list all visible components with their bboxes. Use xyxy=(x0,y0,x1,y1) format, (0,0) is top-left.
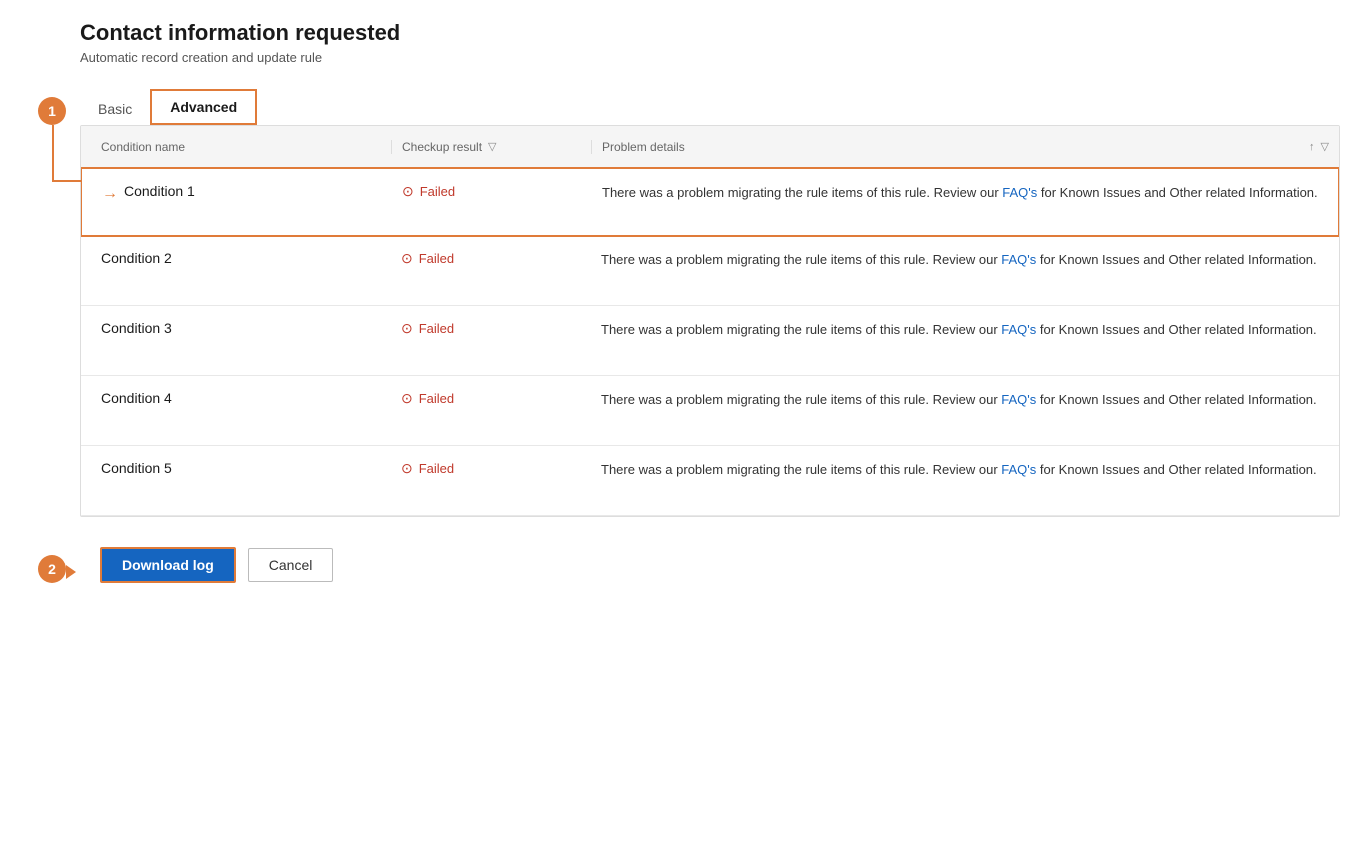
faq-link[interactable]: FAQ's xyxy=(1002,185,1037,200)
table-row[interactable]: Condition 3 ⊙ Failed There was a problem mi… xyxy=(81,306,1339,376)
cell-condition-name: → Condition 1 xyxy=(82,183,392,205)
cell-condition-name: Condition 4 xyxy=(81,390,391,406)
table-row[interactable]: → Condition 1 ⊙ Failed There was a problem m… xyxy=(80,167,1340,237)
step1-badge: 1 xyxy=(38,97,66,125)
table-header: Condition name Checkup result ▽ Problem … xyxy=(81,126,1339,168)
cell-checkup-result: ⊙ Failed xyxy=(391,320,591,337)
table-row[interactable]: Condition 2 ⊙ Failed There was a problem mi… xyxy=(81,236,1339,306)
failed-text: Failed xyxy=(419,251,454,266)
failed-icon: ⊙ xyxy=(401,250,413,267)
col-header-condition-name: Condition name xyxy=(81,140,391,154)
cell-problem-details: There was a problem migrating the rule i… xyxy=(592,183,1338,203)
faq-link[interactable]: FAQ's xyxy=(1001,322,1036,337)
col-header-problem: Problem details ↑ ▽ xyxy=(591,140,1339,154)
failed-icon: ⊙ xyxy=(402,183,414,200)
step2-badge: 2 xyxy=(38,555,66,583)
col-header-checkup: Checkup result ▽ xyxy=(391,140,591,154)
cell-checkup-result: ⊙ Failed xyxy=(391,390,591,407)
problem-sort-icon[interactable]: ↑ xyxy=(1309,141,1315,153)
cell-condition-name: Condition 2 xyxy=(81,250,391,266)
step2-arrow xyxy=(66,565,76,579)
table-row[interactable]: Condition 5 ⊙ Failed There was a problem mi… xyxy=(81,446,1339,516)
connector-v-line xyxy=(52,125,54,180)
failed-icon: ⊙ xyxy=(401,320,413,337)
tabs-row: Basic Advanced xyxy=(80,89,1340,125)
problem-filter-icon[interactable]: ▽ xyxy=(1321,140,1329,153)
faq-link[interactable]: FAQ's xyxy=(1001,462,1036,477)
failed-text: Failed xyxy=(419,461,454,476)
faq-link[interactable]: FAQ's xyxy=(1001,392,1036,407)
cell-condition-name: Condition 5 xyxy=(81,460,391,476)
condition-name-text: Condition 2 xyxy=(101,250,172,266)
condition-name-text: Condition 4 xyxy=(101,390,172,406)
condition-name-text: Condition 1 xyxy=(124,183,195,199)
page-title: Contact information requested xyxy=(80,20,1340,46)
cell-problem-details: There was a problem migrating the rule i… xyxy=(591,390,1339,410)
failed-text: Failed xyxy=(419,321,454,336)
page-container: Contact information requested Automatic … xyxy=(30,20,1340,583)
cell-problem-details: There was a problem migrating the rule i… xyxy=(591,460,1339,480)
cell-checkup-result: ⊙ Failed xyxy=(391,460,591,477)
failed-icon: ⊙ xyxy=(401,390,413,407)
cell-problem-details: There was a problem migrating the rule i… xyxy=(591,320,1339,340)
tab-advanced[interactable]: Advanced xyxy=(150,89,257,125)
table-body: → Condition 1 ⊙ Failed There was a problem m… xyxy=(81,167,1339,516)
table-row[interactable]: Condition 4 ⊙ Failed There was a problem mi… xyxy=(81,376,1339,446)
conditions-table: Condition name Checkup result ▽ Problem … xyxy=(80,125,1340,517)
buttons-area: Download log Cancel xyxy=(80,547,1340,583)
tab-basic[interactable]: Basic xyxy=(80,93,150,125)
download-log-button[interactable]: Download log xyxy=(100,547,236,583)
cell-checkup-result: ⊙ Failed xyxy=(392,183,592,200)
cancel-button[interactable]: Cancel xyxy=(248,548,334,582)
cell-condition-name: Condition 3 xyxy=(81,320,391,336)
condition-name-text: Condition 5 xyxy=(101,460,172,476)
page-subtitle: Automatic record creation and update rul… xyxy=(80,50,1340,65)
failed-text: Failed xyxy=(419,391,454,406)
row-arrow-icon: → xyxy=(102,183,118,205)
cell-problem-details: There was a problem migrating the rule i… xyxy=(591,250,1339,270)
failed-icon: ⊙ xyxy=(401,460,413,477)
failed-text: Failed xyxy=(420,184,455,199)
page-header: Contact information requested Automatic … xyxy=(30,20,1340,65)
cell-checkup-result: ⊙ Failed xyxy=(391,250,591,267)
condition-name-text: Condition 3 xyxy=(101,320,172,336)
checkup-filter-icon[interactable]: ▽ xyxy=(488,140,496,153)
faq-link[interactable]: FAQ's xyxy=(1001,252,1036,267)
